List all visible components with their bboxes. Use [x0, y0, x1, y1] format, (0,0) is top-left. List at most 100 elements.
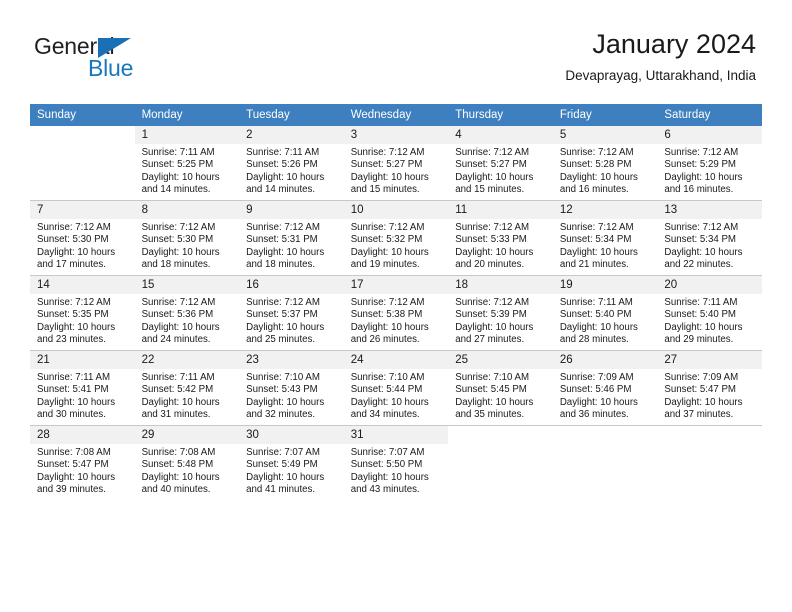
day-number: 16: [239, 276, 344, 294]
calendar-day-cell[interactable]: 27 Sunrise: 7:09 AM Sunset: 5:47 PM Dayligh…: [657, 350, 762, 426]
calendar-day-cell[interactable]: 30 Sunrise: 7:07 AM Sunset: 5:49 PM Dayligh…: [239, 425, 344, 500]
daylight-duration-line-2: and 28 minutes.: [559, 333, 629, 345]
weekday-header-sunday: Sunday: [30, 104, 135, 126]
day-number: 1: [134, 126, 240, 144]
day-details: Sunrise: 7:11 AM Sunset: 5:40 PM Daylight:…: [553, 294, 658, 346]
calendar-day-cell[interactable]: 21 Sunrise: 7:11 AM Sunset: 5:41 PM Dayligh…: [30, 350, 135, 426]
calendar-day-cell[interactable]: 19 Sunrise: 7:11 AM Sunset: 5:40 PM Dayligh…: [552, 275, 658, 351]
calendar-day-cell[interactable]: 11 Sunrise: 7:12 AM Sunset: 5:33 PM Dayligh…: [448, 200, 553, 276]
calendar-day-cell[interactable]: 29 Sunrise: 7:08 AM Sunset: 5:48 PM Dayligh…: [134, 425, 240, 500]
sunset-time: Sunset: 5:46 PM: [559, 384, 632, 396]
sunrise-time: Sunrise: 7:08 AM: [37, 447, 111, 458]
daylight-duration-line-2: and 32 minutes.: [246, 408, 316, 420]
calendar-day-cell[interactable]: 10 Sunrise: 7:12 AM Sunset: 5:32 PM Dayligh…: [343, 200, 449, 276]
calendar-day-cell[interactable]: 1 Sunrise: 7:11 AM Sunset: 5:25 PM Daylight…: [134, 126, 240, 201]
sunset-time: Sunset: 5:42 PM: [141, 384, 214, 396]
calendar-grid: Sunday Monday Tuesday Wednesday Thursday…: [30, 104, 762, 500]
daylight-duration-line-1: Daylight: 10 hours: [350, 396, 429, 408]
calendar-day-cell[interactable]: 2 Sunrise: 7:11 AM Sunset: 5:26 PM Daylight…: [239, 126, 344, 201]
calendar-day-cell[interactable]: 13 Sunrise: 7:12 AM Sunset: 5:34 PM Dayligh…: [657, 200, 762, 276]
daylight-duration-line-1: Daylight: 10 hours: [37, 396, 116, 408]
calendar-day-cell-empty: [657, 425, 762, 500]
sunrise-time: Sunrise: 7:12 AM: [559, 222, 634, 233]
calendar-day-cell[interactable]: 9 Sunrise: 7:12 AM Sunset: 5:31 PM Daylight…: [239, 200, 344, 276]
day-details: Sunrise: 7:12 AM Sunset: 5:34 PM Daylight:…: [553, 219, 658, 271]
daylight-duration-line-1: Daylight: 10 hours: [141, 171, 220, 183]
calendar-day-cell[interactable]: 23 Sunrise: 7:10 AM Sunset: 5:43 PM Dayligh…: [239, 350, 344, 426]
day-number: 20: [657, 276, 762, 294]
daylight-duration-line-1: Daylight: 10 hours: [455, 246, 534, 258]
day-number: 8: [134, 201, 240, 219]
calendar-day-cell[interactable]: 12 Sunrise: 7:12 AM Sunset: 5:34 PM Dayligh…: [552, 200, 658, 276]
daylight-duration-line-2: and 16 minutes.: [664, 183, 734, 195]
calendar-day-cell[interactable]: 8 Sunrise: 7:12 AM Sunset: 5:30 PM Daylight…: [134, 200, 240, 276]
daylight-duration-line-2: and 15 minutes.: [350, 183, 420, 195]
sunrise-time: Sunrise: 7:12 AM: [37, 222, 111, 233]
day-number: 28: [30, 426, 135, 444]
weekday-header-saturday: Saturday: [657, 104, 762, 126]
day-details: Sunrise: 7:07 AM Sunset: 5:50 PM Daylight:…: [344, 444, 449, 496]
daylight-duration-line-1: Daylight: 10 hours: [664, 171, 743, 183]
day-details: Sunrise: 7:12 AM Sunset: 5:30 PM Daylight:…: [135, 219, 240, 271]
calendar-day-cell[interactable]: 6 Sunrise: 7:12 AM Sunset: 5:29 PM Daylight…: [657, 126, 762, 201]
calendar-day-cell[interactable]: 16 Sunrise: 7:12 AM Sunset: 5:37 PM Dayligh…: [239, 275, 344, 351]
sunset-time: Sunset: 5:47 PM: [664, 384, 736, 396]
weekday-header-monday: Monday: [134, 104, 240, 126]
calendar-day-cell[interactable]: 22 Sunrise: 7:11 AM Sunset: 5:42 PM Dayligh…: [134, 350, 240, 426]
day-number: 17: [343, 276, 449, 294]
sunrise-time: Sunrise: 7:11 AM: [246, 147, 320, 158]
sunset-time: Sunset: 5:32 PM: [350, 234, 423, 246]
calendar-day-cell[interactable]: 15 Sunrise: 7:12 AM Sunset: 5:36 PM Dayligh…: [134, 275, 240, 351]
calendar-week-row: 14 Sunrise: 7:12 AM Sunset: 5:35 PM Dayligh…: [30, 275, 762, 351]
general-blue-logo: General Blue: [34, 33, 184, 83]
calendar-day-cell[interactable]: 28 Sunrise: 7:08 AM Sunset: 5:47 PM Dayligh…: [30, 425, 135, 500]
calendar-day-cell[interactable]: 20 Sunrise: 7:11 AM Sunset: 5:40 PM Dayligh…: [657, 275, 762, 351]
day-number: 27: [657, 351, 762, 369]
day-number: 26: [552, 351, 658, 369]
daylight-duration-line-1: Daylight: 10 hours: [350, 171, 429, 183]
day-details: Sunrise: 7:08 AM Sunset: 5:47 PM Daylight:…: [30, 444, 135, 496]
sunset-time: Sunset: 5:40 PM: [664, 309, 736, 321]
daylight-duration-line-1: Daylight: 10 hours: [246, 396, 325, 408]
daylight-duration-line-2: and 34 minutes.: [350, 408, 420, 420]
day-details: Sunrise: 7:12 AM Sunset: 5:27 PM Daylight:…: [448, 144, 553, 196]
calendar-day-cell[interactable]: 31 Sunrise: 7:07 AM Sunset: 5:50 PM Dayligh…: [343, 425, 449, 500]
calendar-day-cell[interactable]: 18 Sunrise: 7:12 AM Sunset: 5:39 PM Dayligh…: [448, 275, 553, 351]
calendar-day-cell[interactable]: 7 Sunrise: 7:12 AM Sunset: 5:30 PM Daylight…: [30, 200, 135, 276]
sunrise-time: Sunrise: 7:11 AM: [559, 297, 633, 308]
calendar-day-cell[interactable]: 3 Sunrise: 7:12 AM Sunset: 5:27 PM Daylight…: [343, 126, 449, 201]
day-details: Sunrise: 7:11 AM Sunset: 5:25 PM Daylight:…: [135, 144, 240, 196]
sunrise-time: Sunrise: 7:08 AM: [141, 447, 216, 458]
sunrise-time: Sunrise: 7:12 AM: [455, 222, 530, 233]
daylight-duration-line-1: Daylight: 10 hours: [559, 171, 638, 183]
sunset-time: Sunset: 5:38 PM: [350, 309, 423, 321]
daylight-duration-line-2: and 17 minutes.: [37, 258, 106, 270]
calendar-day-cell[interactable]: 4 Sunrise: 7:12 AM Sunset: 5:27 PM Daylight…: [448, 126, 553, 201]
calendar-day-cell[interactable]: 14 Sunrise: 7:12 AM Sunset: 5:35 PM Dayligh…: [30, 275, 135, 351]
sunset-time: Sunset: 5:34 PM: [664, 234, 736, 246]
daylight-duration-line-2: and 37 minutes.: [664, 408, 734, 420]
calendar-day-cell[interactable]: 5 Sunrise: 7:12 AM Sunset: 5:28 PM Daylight…: [552, 126, 658, 201]
daylight-duration-line-1: Daylight: 10 hours: [455, 321, 534, 333]
daylight-duration-line-2: and 35 minutes.: [455, 408, 525, 420]
day-details: Sunrise: 7:12 AM Sunset: 5:31 PM Daylight:…: [239, 219, 344, 271]
daylight-duration-line-1: Daylight: 10 hours: [664, 246, 743, 258]
daylight-duration-line-1: Daylight: 10 hours: [141, 471, 220, 483]
sunset-time: Sunset: 5:29 PM: [664, 159, 736, 171]
day-number: 11: [448, 201, 553, 219]
day-number: 19: [552, 276, 658, 294]
sunrise-time: Sunrise: 7:07 AM: [246, 447, 320, 458]
day-number: [448, 426, 553, 444]
sunrise-time: Sunrise: 7:12 AM: [350, 222, 425, 233]
page-subtitle: Devaprayag, Uttarakhand, India: [565, 68, 756, 83]
sunset-time: Sunset: 5:30 PM: [37, 234, 109, 246]
day-details: Sunrise: 7:12 AM Sunset: 5:34 PM Daylight:…: [657, 219, 762, 271]
day-number: 21: [30, 351, 135, 369]
calendar-day-cell[interactable]: 25 Sunrise: 7:10 AM Sunset: 5:45 PM Dayligh…: [448, 350, 553, 426]
daylight-duration-line-1: Daylight: 10 hours: [350, 246, 429, 258]
day-details: Sunrise: 7:08 AM Sunset: 5:48 PM Daylight:…: [135, 444, 240, 496]
calendar-day-cell[interactable]: 24 Sunrise: 7:10 AM Sunset: 5:44 PM Dayligh…: [343, 350, 449, 426]
sunset-time: Sunset: 5:39 PM: [455, 309, 527, 321]
calendar-day-cell[interactable]: 26 Sunrise: 7:09 AM Sunset: 5:46 PM Dayligh…: [552, 350, 658, 426]
calendar-day-cell[interactable]: 17 Sunrise: 7:12 AM Sunset: 5:38 PM Dayligh…: [343, 275, 449, 351]
